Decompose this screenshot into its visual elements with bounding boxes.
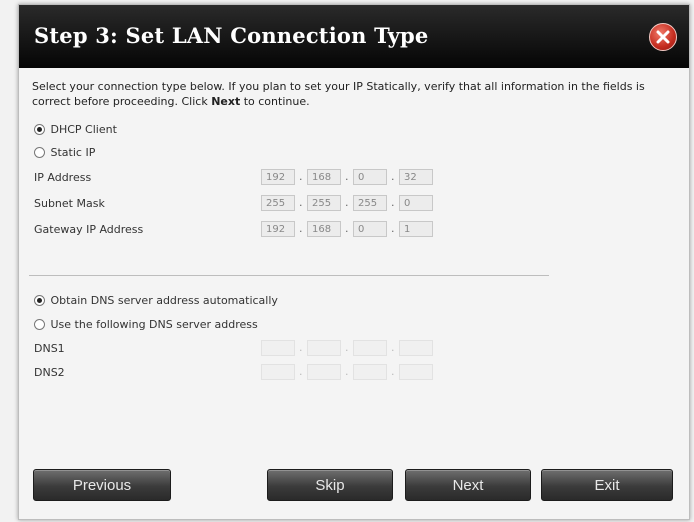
dns2-octet-3[interactable] (353, 364, 387, 380)
octet-separator: . (299, 365, 303, 378)
close-button[interactable] (649, 23, 677, 51)
ip-address-octet-3[interactable]: 0 (353, 169, 387, 185)
octet-separator: . (299, 196, 303, 209)
dialog-content: Select your connection type below. If yo… (29, 79, 669, 109)
dns1-octet-4[interactable] (399, 340, 433, 356)
ip-address-octet-4[interactable]: 32 (399, 169, 433, 185)
octet-separator: . (391, 196, 395, 209)
gateway-ip-octet-4[interactable]: 1 (399, 221, 433, 237)
radio-button[interactable] (34, 319, 45, 330)
exit-button[interactable]: Exit (541, 469, 673, 501)
setup-wizard-dialog: Step 3: Set LAN Connection Type Select y… (18, 4, 690, 520)
dns2-octet-2[interactable] (307, 364, 341, 380)
dhcp-client-label: DHCP Client (50, 123, 117, 136)
octet-separator: . (299, 341, 303, 354)
octet-separator: . (299, 170, 303, 183)
gateway-ip-octet-1[interactable]: 192 (261, 221, 295, 237)
next-button[interactable]: Next (405, 469, 531, 501)
previous-button[interactable]: Previous (33, 469, 171, 501)
dns1-octet-2[interactable] (307, 340, 341, 356)
gateway-ip-octet-3[interactable]: 0 (353, 221, 387, 237)
dns-manual-label: Use the following DNS server address (50, 318, 258, 331)
gateway-ip-octet-2[interactable]: 168 (307, 221, 341, 237)
ip-address-octet-1[interactable]: 192 (261, 169, 295, 185)
octet-separator: . (391, 341, 395, 354)
dns-auto-label: Obtain DNS server address automatically (50, 294, 278, 307)
dns1-octet-1[interactable] (261, 340, 295, 356)
ip-address-octet-2[interactable]: 168 (307, 169, 341, 185)
dns1-octet-3[interactable] (353, 340, 387, 356)
subnet-mask-octet-2[interactable]: 255 (307, 195, 341, 211)
radio-button-checked[interactable] (34, 124, 45, 135)
octet-separator: . (391, 222, 395, 235)
radio-dhcp-client[interactable]: DHCP Client (34, 123, 117, 136)
radio-button-checked[interactable] (34, 295, 45, 306)
octet-separator: . (345, 196, 349, 209)
dns2-label: DNS2 (34, 366, 65, 379)
ip-address-label: IP Address (34, 171, 92, 184)
subnet-mask-octet-3[interactable]: 255 (353, 195, 387, 211)
octet-separator: . (391, 170, 395, 183)
gateway-ip-label: Gateway IP Address (34, 223, 144, 236)
intro-bold-next: Next (211, 95, 241, 108)
dialog-titlebar: Step 3: Set LAN Connection Type (19, 5, 689, 68)
dialog-title: Step 3: Set LAN Connection Type (34, 23, 429, 48)
octet-separator: . (391, 365, 395, 378)
dns2-octet-1[interactable] (261, 364, 295, 380)
octet-separator: . (345, 170, 349, 183)
section-divider (29, 275, 549, 276)
subnet-mask-octet-4[interactable]: 0 (399, 195, 433, 211)
octet-separator: . (345, 365, 349, 378)
radio-dns-auto[interactable]: Obtain DNS server address automatically (34, 294, 278, 307)
subnet-mask-octet-1[interactable]: 255 (261, 195, 295, 211)
octet-separator: . (345, 222, 349, 235)
intro-text: Select your connection type below. If yo… (32, 80, 645, 108)
radio-static-ip[interactable]: Static IP (34, 146, 95, 159)
skip-button[interactable]: Skip (267, 469, 393, 501)
close-icon (656, 30, 670, 44)
subnet-mask-label: Subnet Mask (34, 197, 105, 210)
radio-dns-manual[interactable]: Use the following DNS server address (34, 318, 258, 331)
dns2-octet-4[interactable] (399, 364, 433, 380)
octet-separator: . (299, 222, 303, 235)
octet-separator: . (345, 341, 349, 354)
dns1-label: DNS1 (34, 342, 65, 355)
static-ip-label: Static IP (50, 146, 96, 159)
radio-button[interactable] (34, 147, 45, 158)
